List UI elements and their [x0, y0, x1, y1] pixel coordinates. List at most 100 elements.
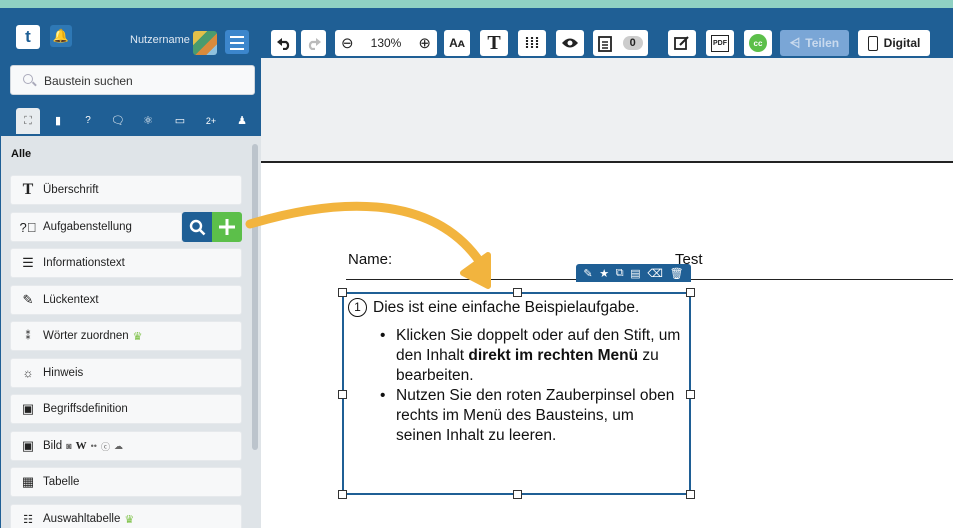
zoom-in-icon[interactable]: ⊕ — [418, 34, 431, 52]
cc-license-icon: cc — [749, 34, 767, 52]
resize-handle[interactable] — [686, 390, 695, 399]
block-item[interactable]: ☼ Hinweis — [10, 358, 242, 388]
clipboard-button[interactable]: 0 — [593, 30, 648, 56]
block-item[interactable]: ⁑ Wörter zuordnen ♛ — [10, 321, 242, 351]
tab-document-icon[interactable]: ▮ — [46, 108, 70, 134]
block-label: Informationstext — [43, 257, 125, 269]
block-search-input[interactable]: Baustein suchen — [10, 65, 255, 95]
resize-handle[interactable] — [513, 490, 522, 499]
bullet1-bold: direkt im rechten Menü — [468, 347, 639, 364]
add-block-button[interactable] — [212, 212, 242, 242]
phone-icon — [867, 35, 878, 51]
preview-button[interactable] — [556, 30, 584, 56]
sidebar: Baustein suchen ⛶ ▮ ? 🗨 ⚛ ▭ 2+ ♟ Alle T … — [0, 58, 261, 528]
grid-button[interactable]: ⁞⁞⁞ — [518, 30, 546, 56]
app-logo[interactable]: t — [16, 25, 40, 49]
trash-icon[interactable]: 🗑 — [670, 267, 684, 280]
resize-handle[interactable] — [338, 288, 347, 297]
username[interactable]: Nutzername — [130, 34, 190, 46]
eraser-icon[interactable]: ⌫ — [647, 267, 663, 280]
block-label: Überschrift — [43, 184, 99, 196]
notification-bell-icon[interactable]: 🔔 — [50, 25, 72, 47]
bookmark-icon: ▣ — [21, 401, 35, 416]
task-intro-line: 1 Dies ist eine einfache Beispielaufgabe. — [348, 298, 683, 318]
lightbulb-icon: ☼ — [22, 366, 34, 380]
tab-person-icon[interactable]: ♟ — [230, 108, 254, 134]
text-format-button[interactable]: T — [480, 30, 508, 56]
block-item[interactable]: ▣ Begriffsdefinition — [10, 394, 242, 424]
share-button[interactable]: ⩤ Teilen — [780, 30, 849, 56]
name-label: Name: — [348, 251, 393, 268]
pencil-edit-icon[interactable]: ✎ — [583, 267, 592, 280]
block-label: Tabelle — [43, 476, 80, 488]
share-icon: ⩤ — [789, 35, 801, 50]
task-bullet-1: Klicken Sie doppelt oder auf den Stift, … — [380, 326, 683, 386]
block-label: Wörter zuordnen — [43, 330, 129, 342]
resize-handle[interactable] — [338, 390, 347, 399]
task-intro: Dies ist eine einfache Beispielaufgabe. — [373, 299, 640, 316]
clipboard-icon[interactable]: ▤ — [630, 267, 640, 280]
block-item[interactable]: T Überschrift — [10, 175, 242, 205]
search-placeholder: Baustein suchen — [44, 74, 133, 88]
block-toolbar: ✎ ★ ⧉ ▤ ⌫ 🗑 — [576, 264, 691, 282]
dots-grid-icon: ⁞⁞⁞ — [524, 34, 540, 52]
heading-t-icon: T — [22, 181, 34, 198]
block-item[interactable]: ☷ Auswahltabelle ♛ — [10, 504, 242, 528]
hamburger-menu-button[interactable] — [225, 30, 249, 54]
star-icon[interactable]: ★ — [599, 267, 609, 280]
task-bullet-2: Nutzen Sie den roten Zauberpinsel oben r… — [380, 386, 683, 446]
flickr-icon: •• — [90, 441, 97, 451]
tab-speech-icon[interactable]: 🗨 — [106, 108, 130, 134]
tab-all-icon[interactable]: ⛶ — [16, 108, 40, 134]
block-item[interactable]: ▦ Tabelle — [10, 467, 242, 497]
premium-crown-icon: ♛ — [124, 513, 135, 526]
block-item[interactable]: ✎ Lückentext — [10, 285, 242, 315]
preview-block-button[interactable] — [182, 212, 212, 242]
task-content[interactable]: 1 Dies ist eine einfache Beispielaufgabe.… — [348, 298, 683, 446]
ai-brain-icon: ☁ — [113, 440, 123, 451]
tab-question-icon[interactable]: ? — [76, 108, 100, 134]
undo-button[interactable] — [271, 30, 296, 56]
scrollbar[interactable] — [252, 144, 258, 450]
resize-handle[interactable] — [686, 490, 695, 499]
block-item[interactable]: ?⃝ Aufgabenstellung — [10, 212, 182, 242]
canvas-top-margin — [261, 58, 953, 161]
wikipedia-icon: W — [75, 440, 87, 452]
avatar[interactable] — [193, 31, 217, 55]
block-item[interactable]: ▣ Bild ◙ W •• ⓒ ☁ — [10, 431, 242, 461]
duplicate-icon[interactable]: ⧉ — [616, 267, 624, 280]
zoom-control: ⊖ 130% ⊕ — [335, 30, 437, 56]
section-label: Alle — [11, 148, 32, 160]
font-size-button[interactable]: Aᴀ — [444, 30, 470, 56]
choice-table-icon: ☷ — [23, 513, 33, 526]
page-divider — [261, 161, 953, 163]
block-item[interactable]: ☰ Informationstext — [10, 248, 242, 278]
resize-handle[interactable] — [513, 288, 522, 297]
top-toolbar: t 🔔 Nutzername ⊖ 130% ⊕ Aᴀ T ⁞⁞⁞ 0 PDF c… — [0, 8, 953, 58]
image-icon: ▣ — [21, 438, 35, 453]
digital-mode-button[interactable]: Digital — [858, 30, 930, 56]
resize-handle[interactable] — [338, 490, 347, 499]
redo-button[interactable] — [301, 30, 326, 56]
search-icon — [189, 219, 205, 235]
category-tabs: ⛶ ▮ ? 🗨 ⚛ ▭ 2+ ♟ — [10, 106, 260, 136]
search-icon — [23, 74, 33, 84]
block-label: Aufgabenstellung — [43, 221, 132, 233]
edit-box-icon: ✎ — [22, 292, 34, 307]
tab-atom-icon[interactable]: ⚛ — [136, 108, 160, 134]
license-button[interactable]: cc — [744, 30, 772, 56]
block-actions — [182, 212, 243, 242]
task-bullets: Klicken Sie doppelt oder auf den Stift, … — [380, 326, 683, 446]
resize-handle[interactable] — [686, 288, 695, 297]
tab-math-icon[interactable]: 2+ — [199, 108, 223, 134]
digital-label: Digital — [883, 36, 921, 50]
edit-note-icon — [674, 36, 689, 50]
edit-button[interactable] — [668, 30, 696, 56]
camera-icon: ◙ — [66, 441, 72, 451]
undo-icon — [276, 38, 289, 50]
font-size-icon: Aᴀ — [449, 36, 465, 50]
tab-image-icon[interactable]: ▭ — [168, 108, 192, 134]
zoom-out-icon[interactable]: ⊖ — [341, 34, 354, 52]
text-t-icon: T — [487, 31, 501, 54]
pdf-export-button[interactable]: PDF — [706, 30, 734, 56]
